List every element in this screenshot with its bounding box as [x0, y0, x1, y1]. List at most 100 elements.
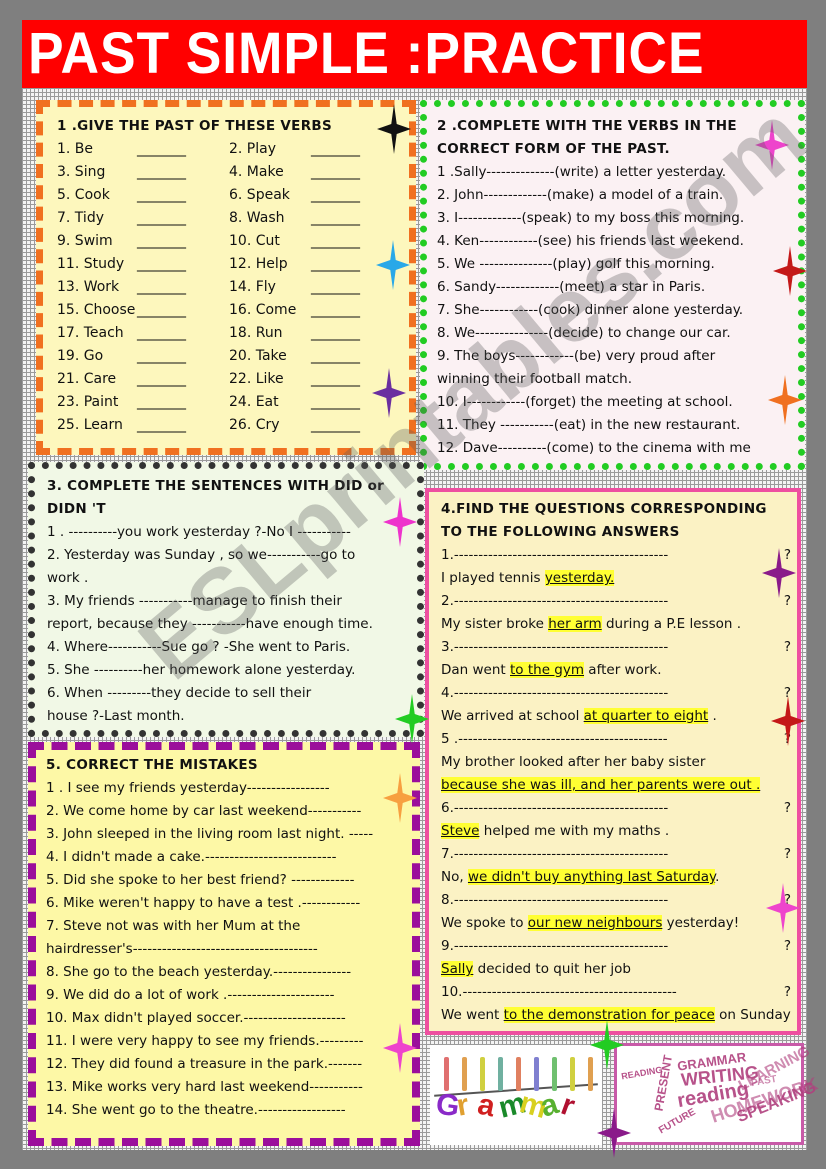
answer-blank[interactable]: _______ — [311, 322, 360, 345]
exercise-line: report, because they -----------have eno… — [47, 616, 373, 632]
verb-label: 22. Like — [229, 371, 284, 387]
clothespin-icon — [498, 1057, 503, 1091]
answer-blank[interactable]: _______ — [137, 368, 186, 391]
answer-blank[interactable]: _______ — [137, 161, 186, 184]
answer-text: My brother looked after her baby sister — [441, 754, 706, 770]
section-3-heading-line-2: DIDN 'T — [47, 501, 106, 517]
verb-item: 16. Come _______ — [229, 299, 399, 322]
exercise-line: 2. John-------------(make) a model of a … — [437, 187, 724, 203]
answer-blank[interactable]: _______ — [311, 230, 360, 253]
highlighted-answer: at quarter to eight — [583, 708, 709, 724]
verb-item: 1. Be _______ — [57, 138, 229, 161]
answer-blank[interactable]: _______ — [311, 414, 360, 437]
verb-label: 2. Play — [229, 141, 277, 157]
verb-item: 19. Go _______ — [57, 345, 229, 368]
exercise-line: 5. We ---------------(play) golf this mo… — [437, 256, 715, 272]
verb-label: 14. Fly — [229, 279, 276, 295]
exercise-line: winning their football match. — [437, 371, 633, 387]
question-blank-line[interactable]: 5 .-------------------------------------… — [441, 728, 791, 751]
verb-label: 17. Teach — [57, 325, 124, 341]
answer-blank[interactable]: _______ — [137, 414, 186, 437]
answer-text: No, — [441, 869, 468, 885]
section-2-complete-verbs: 2 .COMPLETE WITH THE VERBS IN THE CORREC… — [420, 100, 805, 470]
question-blank-line[interactable]: 1.--------------------------------------… — [441, 544, 791, 567]
exercise-line: 3. I-------------(speak) to my boss this… — [437, 210, 745, 226]
answer-line: because she was ill, and her parents wer… — [441, 774, 791, 797]
answer-blank[interactable]: _______ — [311, 299, 360, 322]
question-blank-line[interactable]: 6.--------------------------------------… — [441, 797, 791, 820]
answer-blank[interactable]: _______ — [137, 138, 186, 161]
answer-text: on Sunday — [714, 1007, 791, 1023]
exercise-line: hairdresser's---------------------------… — [46, 941, 318, 957]
exercise-line: 10. I------------(forget) the meeting at… — [437, 394, 733, 410]
answer-blank[interactable]: _______ — [137, 184, 186, 207]
section-5-lines: 1 . I see my friends yesterday----------… — [46, 777, 406, 1122]
question-blank-line[interactable]: 3.--------------------------------------… — [441, 636, 791, 659]
verb-label: 6. Speak — [229, 187, 290, 203]
question-blank-line[interactable]: 7.--------------------------------------… — [441, 843, 791, 866]
answer-blank[interactable]: _______ — [137, 230, 186, 253]
exercise-line: 7. She------------(cook) dinner alone ye… — [437, 302, 744, 318]
exercise-line: 6. Mike weren't happy to have a test .--… — [46, 895, 361, 911]
verb-label: 18. Run — [229, 325, 283, 341]
answer-blank[interactable]: _______ — [311, 253, 360, 276]
answer-line: We arrived at school at quarter to eight… — [441, 705, 791, 728]
exercise-line: 5. She ----------her homework alone yest… — [47, 662, 356, 678]
answer-blank[interactable]: _______ — [137, 299, 186, 322]
answer-blank[interactable]: _______ — [311, 184, 360, 207]
verb-item: 21. Care _______ — [57, 368, 229, 391]
question-blank-line[interactable]: 10.-------------------------------------… — [441, 981, 791, 1004]
exercise-line: 12. They did found a treasure in the par… — [46, 1056, 363, 1072]
answer-blank[interactable]: _______ — [311, 161, 360, 184]
clothespin-icon — [552, 1057, 557, 1091]
verb-item: 17. Teach _______ — [57, 322, 229, 345]
clothespin-icon — [534, 1057, 539, 1091]
answer-blank[interactable]: _______ — [137, 207, 186, 230]
highlighted-answer: our new neighbours — [527, 915, 663, 931]
answer-blank[interactable]: _______ — [137, 276, 186, 299]
exercise-line: 1 . I see my friends yesterday----------… — [46, 780, 330, 796]
verb-item: 22. Like _______ — [229, 368, 399, 391]
verb-label: 4. Make — [229, 164, 284, 180]
answer-blank[interactable]: _______ — [311, 138, 360, 161]
section-4-find-questions: 4.FIND THE QUESTIONS CORRESPONDING TO TH… — [425, 488, 801, 1035]
question-blank-line[interactable]: 9.--------------------------------------… — [441, 935, 791, 958]
highlighted-answer: Sally — [441, 961, 474, 977]
verb-item: 10. Cut _______ — [229, 230, 399, 253]
exercise-line: 14. She went go to the theatre.---------… — [46, 1102, 346, 1118]
verb-item: 13. Work _______ — [57, 276, 229, 299]
verb-label: 21. Care — [57, 371, 117, 387]
answer-blank[interactable]: _______ — [311, 368, 360, 391]
answer-text: helped me with my maths . — [479, 823, 670, 839]
verb-label: 13. Work — [57, 279, 120, 295]
question-dashes: 8.--------------------------------------… — [441, 892, 669, 908]
exercise-line: 11. I were very happy to see my friends.… — [46, 1033, 364, 1049]
exercise-line: 8. She go to the beach yesterday.-------… — [46, 964, 352, 980]
answer-blank[interactable]: _______ — [311, 391, 360, 414]
clothespin-icon — [462, 1057, 467, 1091]
exercise-line: 8. We---------------(decide) to change o… — [437, 325, 731, 341]
question-blank-line[interactable]: 8.--------------------------------------… — [441, 889, 791, 912]
verb-item: 8. Wash _______ — [229, 207, 399, 230]
answer-blank[interactable]: _______ — [311, 345, 360, 368]
highlighted-answer: because she was ill, and her parents wer… — [441, 777, 761, 793]
question-blank-line[interactable]: 4.--------------------------------------… — [441, 682, 791, 705]
exercise-line: 10. Max didn't played soccer.-----------… — [46, 1010, 346, 1026]
answer-blank[interactable]: _______ — [137, 345, 186, 368]
verb-label: 25. Learn — [57, 417, 123, 433]
question-blank-line[interactable]: 2.--------------------------------------… — [441, 590, 791, 613]
answer-text: decided to quit her job — [473, 961, 632, 977]
answer-blank[interactable]: _______ — [137, 253, 186, 276]
verb-label: 11. Study — [57, 256, 125, 272]
answer-blank[interactable]: _______ — [311, 207, 360, 230]
answer-text: during a P.E lesson . — [601, 616, 742, 632]
answer-blank[interactable]: _______ — [137, 322, 186, 345]
answer-blank[interactable]: _______ — [311, 276, 360, 299]
answer-blank[interactable]: _______ — [137, 391, 186, 414]
verb-item: 26. Cry _______ — [229, 414, 399, 437]
grammar-clothesline-image: Grammar — [430, 1045, 602, 1145]
answer-line: We spoke to our new neighbours yesterday… — [441, 912, 791, 935]
clothespin-icon — [588, 1057, 593, 1091]
verb-item: 23. Paint _______ — [57, 391, 229, 414]
highlighted-answer: yesterday. — [544, 570, 615, 586]
